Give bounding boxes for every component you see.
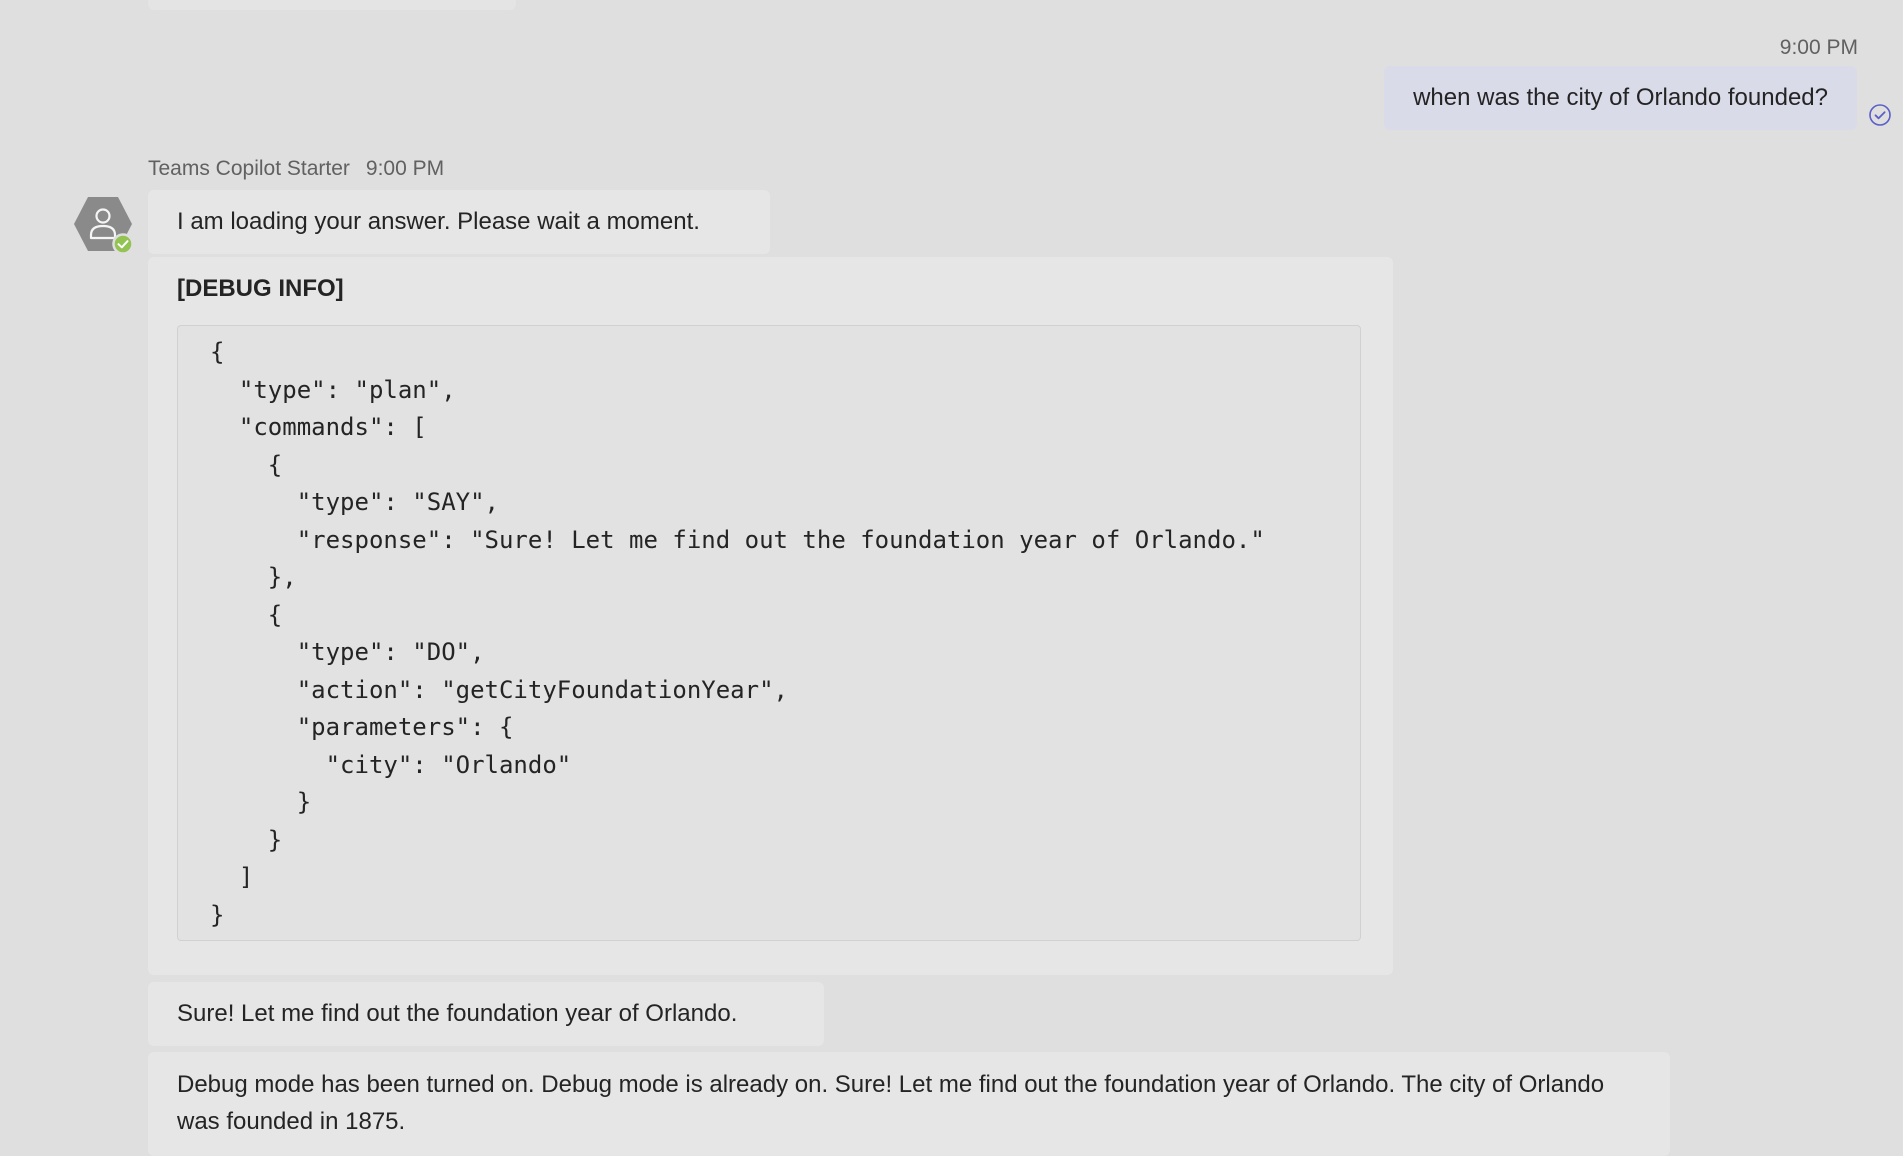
presence-available-icon	[112, 233, 134, 255]
say-message-text: Sure! Let me find out the foundation yea…	[177, 1000, 738, 1027]
bot-message-final[interactable]: Debug mode has been turned on. Debug mod…	[148, 1052, 1670, 1156]
bot-name[interactable]: Teams Copilot Starter	[148, 157, 350, 181]
bot-message-loading[interactable]: I am loading your answer. Please wait a …	[148, 190, 770, 254]
previous-message-edge	[148, 0, 516, 10]
loading-message-text: I am loading your answer. Please wait a …	[177, 208, 700, 235]
read-receipt-check-icon	[1869, 104, 1891, 126]
bot-timestamp: 9:00 PM	[365, 157, 445, 180]
bot-message-debug[interactable]: [DEBUG INFO] { "type": "plan", "commands…	[148, 257, 1393, 975]
final-answer-text: Debug mode has been turned on. Debug mod…	[177, 1071, 1605, 1135]
outgoing-message-text: when was the city of Orlando founded?	[1413, 84, 1828, 111]
outgoing-message-bubble[interactable]: when was the city of Orlando founded?	[1384, 66, 1857, 130]
outgoing-timestamp: 9:00 PM	[1779, 36, 1858, 59]
debug-info-title: [DEBUG INFO]	[177, 275, 344, 302]
bot-avatar-icon[interactable]	[72, 193, 134, 255]
bot-message-say[interactable]: Sure! Let me find out the foundation yea…	[148, 982, 824, 1046]
debug-json-code-block[interactable]: { "type": "plan", "commands": [ { "type"…	[177, 325, 1361, 941]
message-header: Teams Copilot Starter 9:00 PM	[148, 157, 444, 181]
